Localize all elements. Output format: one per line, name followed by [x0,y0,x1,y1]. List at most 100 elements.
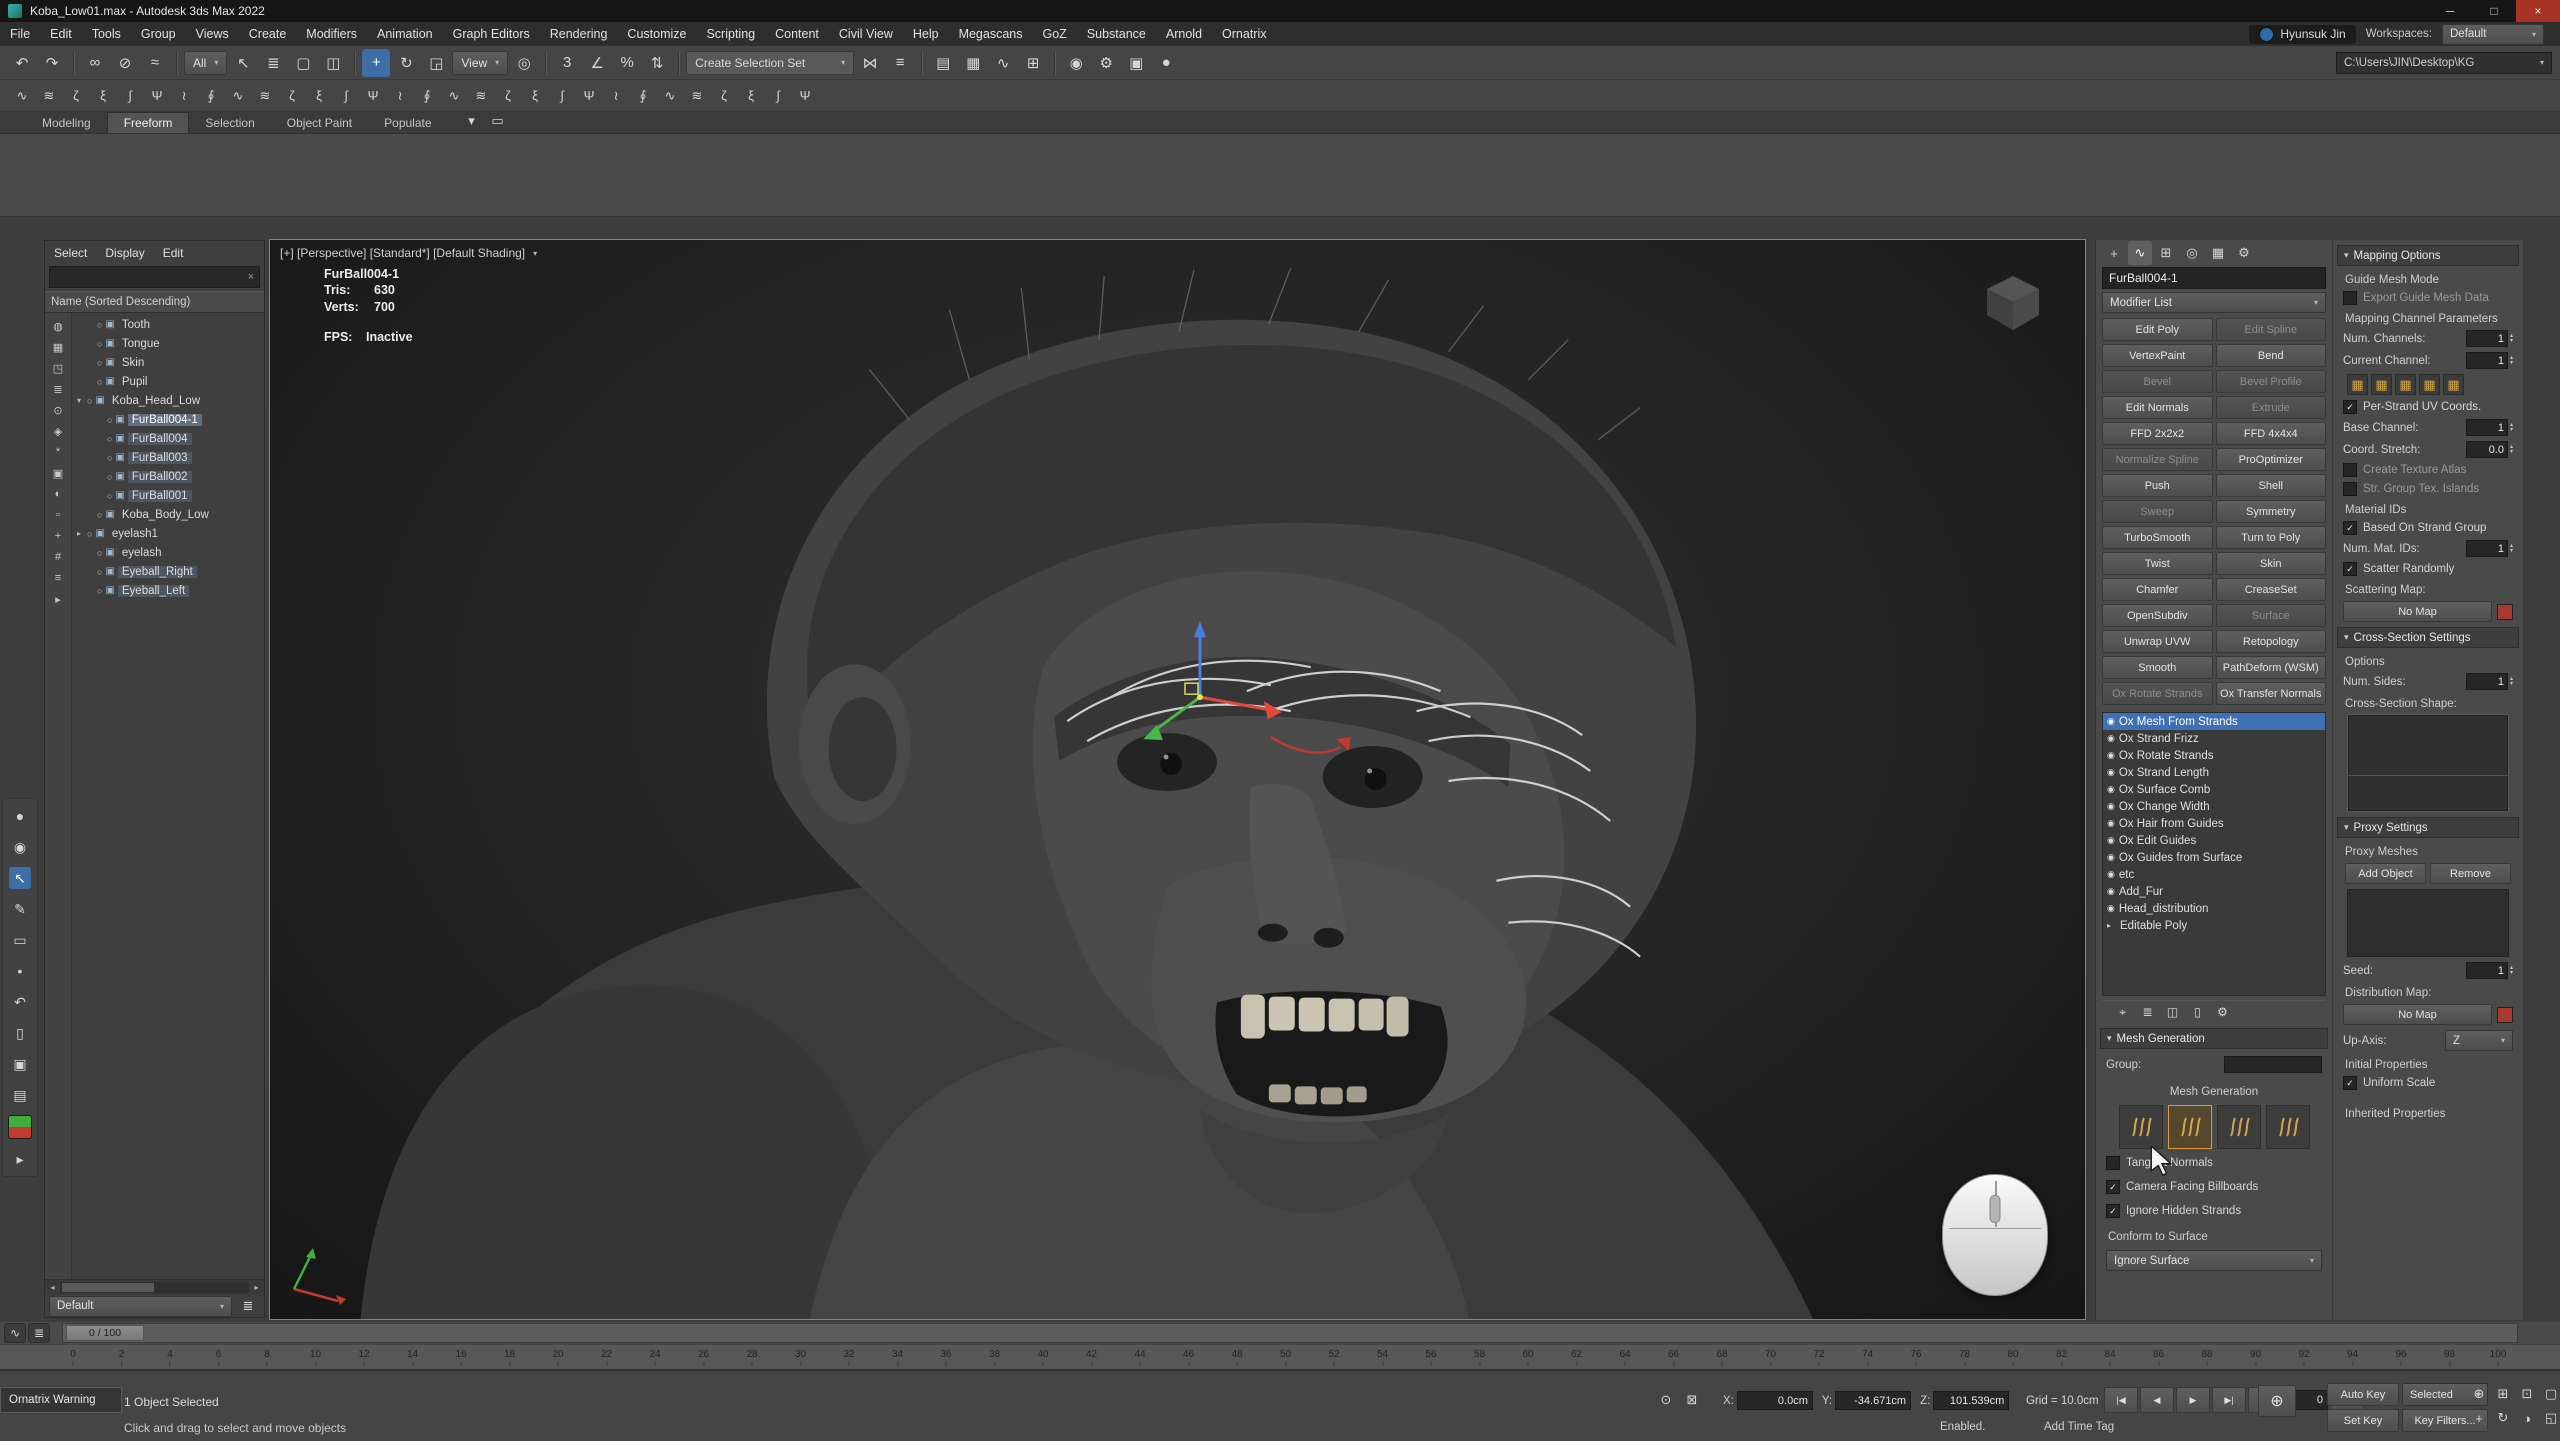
color-swatch-icon[interactable] [8,1115,32,1139]
scene-object-row[interactable]: ○▣FurBall003 [72,448,264,467]
modifier-stack-item-etc[interactable]: ◉etc [2103,866,2325,883]
timeline-tick-48[interactable]: 48 [1231,1349,1242,1366]
timeline-tick-16[interactable]: 16 [455,1349,466,1366]
modifier-enable-icon[interactable]: ◉ [2107,835,2115,846]
spinner-down-icon[interactable]: ▾ [2510,971,2513,976]
timeline-tick-50[interactable]: 50 [1280,1349,1291,1366]
modifier-button-vertexpaint[interactable]: VertexPaint [2102,344,2213,367]
scene-object-label[interactable]: Pupil [118,376,152,388]
modify-tab-icon[interactable]: ∿ [2128,241,2152,265]
scene-object-row[interactable]: ▾○▣Koba_Head_Low [72,391,264,410]
ribbon-display-icon[interactable]: ▭ [486,109,510,133]
timeline-tick-86[interactable]: 86 [2153,1349,2164,1366]
modifier-stack-item-head-distribution[interactable]: ◉Head_distribution [2103,900,2325,917]
modifier-stack-item-ox-change-width[interactable]: ◉Ox Change Width [2103,798,2325,815]
timeline-tick-92[interactable]: 92 [2298,1349,2309,1366]
menu-item-megascans[interactable]: Megascans [949,22,1033,46]
rollout-mesh-generation[interactable]: ▾ Mesh Generation [2100,1028,2328,1049]
timeline-tick-18[interactable]: 18 [504,1349,515,1366]
timeline-tick-100[interactable]: 100 [2490,1349,2507,1366]
explorer-filter-icon-5[interactable]: ⊙ [48,400,68,420]
timeline-tick-2[interactable]: 2 [119,1349,125,1366]
scroll-right-icon[interactable]: ▸ [249,1283,264,1292]
z-coordinate-field[interactable]: 101.539cm [1933,1391,2009,1410]
scene-object-row[interactable]: ○▣Tooth [72,315,264,334]
map-color-swatch[interactable] [2497,604,2513,620]
scene-object-row[interactable]: ○▣FurBall004-1 [72,410,264,429]
menu-item-tools[interactable]: Tools [82,22,131,46]
hide-toggle-icon[interactable]: ○ [97,510,102,520]
scene-object-label[interactable]: Tooth [118,319,154,331]
ornatrix-tool-icon-10[interactable]: ≋ [253,84,277,108]
scene-object-row[interactable]: ○▣Tongue [72,334,264,353]
configure-modifier-sets-icon[interactable]: ⚙ [2214,1004,2231,1021]
timeline-ruler[interactable]: 0246810121416182022242628303234363840424… [0,1344,2560,1370]
spinner-value[interactable]: 1 [2466,540,2508,557]
menu-item-rendering[interactable]: Rendering [540,22,618,46]
timeline-options-icon[interactable]: ≣ [28,1323,50,1343]
ornatrix-tool-icon-8[interactable]: ∮ [199,84,223,108]
visibility-eye-icon[interactable]: ◉ [9,836,31,858]
per-strand-uv-checkbox[interactable]: ✓ [2343,400,2357,414]
menu-item-help[interactable]: Help [903,22,949,46]
use-pivot-point-center-icon[interactable]: ◎ [510,49,538,77]
modifier-enable-icon[interactable]: ◉ [2107,733,2115,744]
explorer-filter-icon-2[interactable]: ▦ [48,337,68,357]
explorer-filter-icon-10[interactable]: ▫ [48,505,68,525]
timeline-tick-8[interactable]: 8 [264,1349,270,1366]
ornatrix-tool-icon-9[interactable]: ∿ [226,84,250,108]
timeline-tick-40[interactable]: 40 [1037,1349,1048,1366]
menu-item-scripting[interactable]: Scripting [696,22,765,46]
selection-filter-dropdown[interactable]: All▾ [184,51,227,75]
hide-toggle-icon[interactable]: ○ [97,339,102,349]
time-slider-track[interactable]: 0 / 100 [62,1323,2518,1343]
spinner-arrows[interactable]: ▴▾ [2510,423,2513,433]
map-slot-icon-2[interactable]: ▦ [2371,374,2392,395]
explorer-menu-select[interactable]: Select [45,246,96,260]
ribbon-tab-modeling[interactable]: Modeling [26,113,107,133]
orbit-icon[interactable]: ↻ [2492,1407,2514,1429]
modifier-list-dropdown[interactable]: Modifier List ▾ [2102,292,2326,313]
timeline-tick-90[interactable]: 90 [2250,1349,2261,1366]
render-setup-icon[interactable]: ⚙ [1092,49,1120,77]
surface-mode-dropdown[interactable]: Ignore Surface ▾ [2106,1250,2322,1271]
measure-icon[interactable]: ▭ [9,929,31,951]
scene-object-row[interactable]: ○▣FurBall004 [72,429,264,448]
workspace-dropdown[interactable]: Default ▾ [2442,24,2544,45]
toggle-scene-explorer-icon[interactable]: ▤ [929,49,957,77]
timeline-tick-58[interactable]: 58 [1474,1349,1485,1366]
spinner-arrows[interactable]: ▴▾ [2510,334,2513,344]
modifier-stack-item-add-fur[interactable]: ◉Add_Fur [2103,883,2325,900]
timeline-tick-66[interactable]: 66 [1668,1349,1679,1366]
coord-stretch-spinner[interactable]: 0.0 ▴▾ [2466,441,2513,458]
modifier-stack-item-editable-poly[interactable]: ▸Editable Poly [2103,917,2325,934]
ornatrix-tool-icon-1[interactable]: ∿ [10,84,34,108]
ornatrix-tool-icon-26[interactable]: ≋ [685,84,709,108]
explorer-filter-icon-3[interactable]: ◳ [48,358,68,378]
snaps-toggle-icon[interactable]: 3 [553,49,581,77]
timeline-tick-70[interactable]: 70 [1765,1349,1776,1366]
timeline-tick-76[interactable]: 76 [1910,1349,1921,1366]
undo-icon[interactable]: ↶ [8,49,36,77]
spinner-snap-toggle-icon[interactable]: ⇅ [643,49,671,77]
modifier-enable-icon[interactable]: ◉ [2107,852,2115,863]
timeline-tick-54[interactable]: 54 [1377,1349,1388,1366]
spinner-down-icon[interactable]: ▾ [2510,361,2513,366]
modifier-button-pathdeform-wsm[interactable]: PathDeform (WSM) [2216,656,2327,679]
modifier-stack-item-ox-strand-frizz[interactable]: ◉Ox Strand Frizz [2103,730,2325,747]
timeline-tick-84[interactable]: 84 [2104,1349,2115,1366]
ornatrix-tool-icon-20[interactable]: ξ [523,84,547,108]
viewcube[interactable] [1981,270,2045,334]
modifier-stack-item-ox-edit-guides[interactable]: ◉Ox Edit Guides [2103,832,2325,849]
timeline-tick-46[interactable]: 46 [1183,1349,1194,1366]
hide-toggle-icon[interactable]: ○ [97,377,102,387]
rollout-cross-section-settings[interactable]: ▾ Cross-Section Settings [2337,627,2519,648]
select-and-rotate-icon[interactable]: ↻ [392,49,420,77]
map-slot-icon-4[interactable]: ▦ [2419,374,2440,395]
clone-icon[interactable]: ▣ [9,1053,31,1075]
scene-object-row[interactable]: ○▣Skin [72,353,264,372]
x-coordinate-field[interactable]: 0.0cm [1737,1391,1813,1410]
scrollbar-track[interactable] [60,1282,249,1293]
timeline-tick-80[interactable]: 80 [2007,1349,2018,1366]
explorer-menu-display[interactable]: Display [96,246,153,260]
